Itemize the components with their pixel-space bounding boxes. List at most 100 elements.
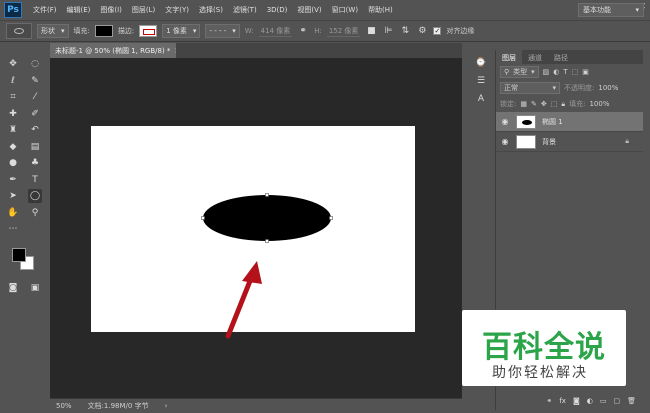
document-info[interactable]: 文档:1.98M/0 字节 — [88, 401, 149, 411]
stamp-tool-icon[interactable]: ♜ — [6, 123, 20, 137]
layer-row-background[interactable]: ◉ 背景 🔒︎ — [496, 132, 643, 152]
filter-adjustment-icon[interactable]: ◐ — [553, 68, 559, 76]
workspace-select[interactable]: 基本功能 ▾ — [578, 3, 644, 17]
blur-tool-icon[interactable]: ● — [6, 156, 20, 170]
canvas-area[interactable] — [50, 58, 462, 398]
lock-paint-icon[interactable]: ✎ — [531, 100, 537, 108]
properties-panel-icon[interactable]: ☰ — [474, 74, 488, 88]
move-tool-icon[interactable]: ✥ — [6, 57, 20, 71]
healing-brush-icon[interactable]: ✚ — [6, 107, 20, 121]
chevron-right-icon[interactable]: › — [165, 402, 168, 410]
tab-channels[interactable]: 通道 — [522, 50, 548, 64]
foreground-color[interactable] — [12, 247, 26, 262]
menu-edit[interactable]: 编辑(E) — [62, 5, 96, 15]
new-layer-icon[interactable]: ▢ — [613, 397, 620, 405]
chevron-down-icon: ▾ — [531, 68, 535, 76]
screen-mode-icon[interactable]: ▣ — [28, 281, 42, 295]
height-field[interactable]: 152 像素 — [326, 26, 361, 37]
menu-help[interactable]: 帮助(H) — [363, 5, 398, 15]
crop-tool-icon[interactable]: ⌗ — [6, 90, 20, 104]
menu-select[interactable]: 选择(S) — [194, 5, 228, 15]
close-tab-icon[interactable]: ✕ — [174, 47, 176, 55]
menu-type[interactable]: 文字(Y) — [160, 5, 194, 15]
quick-select-tool-icon[interactable]: ✎ — [28, 74, 42, 88]
anchor-point[interactable] — [265, 193, 269, 197]
align-edges-checkbox[interactable]: ✓ — [433, 27, 442, 35]
lock-all-icon[interactable]: 🔒︎ — [561, 100, 565, 109]
fill-swatch[interactable] — [94, 25, 113, 37]
adjustment-layer-icon[interactable]: ◐ — [587, 397, 593, 405]
filter-smart-icon[interactable]: ▣ — [582, 68, 589, 76]
eyedropper-tool-icon[interactable]: ⁄ — [28, 90, 42, 104]
layer-style-icon[interactable]: fx — [559, 397, 566, 405]
type-tool-icon[interactable]: T — [28, 173, 42, 187]
history-brush-icon[interactable]: ↶ — [28, 123, 42, 137]
collapsed-panels: ⌚ ☰ A — [470, 52, 492, 132]
path-alignment-icon[interactable]: ⊫ — [382, 25, 394, 37]
watermark: 百科全说 助你轻松解决 — [462, 310, 626, 386]
lock-artboard-icon[interactable]: ⬚ — [551, 100, 558, 108]
watermark-subtitle: 助你轻松解决 — [492, 365, 588, 381]
hand-tool-icon[interactable]: ✋ — [6, 206, 20, 220]
delete-layer-icon[interactable]: 🗑︎ — [627, 397, 636, 405]
blend-mode-select[interactable]: 正常 ▾ — [500, 82, 560, 94]
eraser-tool-icon[interactable]: ◆ — [6, 140, 20, 154]
character-panel-icon[interactable]: A — [474, 92, 488, 106]
lock-move-icon[interactable]: ✥ — [541, 100, 547, 108]
link-icon[interactable]: ⚭ — [297, 25, 309, 37]
opacity-value[interactable]: 100% — [598, 84, 618, 92]
fill-value[interactable]: 100% — [589, 100, 609, 108]
anchor-point[interactable] — [265, 239, 269, 243]
add-mask-icon[interactable]: ◙ — [573, 397, 580, 405]
path-select-tool-icon[interactable]: ➤ — [6, 189, 20, 203]
tool-mode-select[interactable]: 形状 ▾ — [37, 24, 69, 38]
tool-preset-picker[interactable] — [6, 23, 32, 39]
layer-filter-select[interactable]: ⚲ 类型 ▾ — [500, 66, 539, 78]
gradient-tool-icon[interactable]: ▤ — [28, 140, 42, 154]
lock-label: 锁定: — [500, 100, 517, 108]
menu-image[interactable]: 图像(I) — [95, 5, 127, 15]
quick-mask-icon[interactable]: ◙ — [6, 281, 20, 295]
eye-icon[interactable]: ◉ — [500, 117, 510, 126]
more-tools-icon[interactable]: ⋯ — [6, 222, 20, 236]
opacity-label: 不透明度: — [564, 84, 595, 92]
document-tab[interactable]: 未标题-1 @ 50% (椭圆 1, RGB/8) * ✕ — [50, 43, 176, 58]
width-field[interactable]: 414 像素 — [258, 26, 293, 37]
menu-filter[interactable]: 滤镜(T) — [228, 5, 262, 15]
dodge-tool-icon[interactable]: ♣ — [28, 156, 42, 170]
pen-tool-icon[interactable]: ✒ — [6, 173, 20, 187]
menu-view[interactable]: 视图(V) — [292, 5, 326, 15]
eye-icon[interactable]: ◉ — [500, 137, 510, 146]
ellipse-tool-icon[interactable]: ◯ — [28, 189, 42, 204]
stroke-type-select[interactable]: - - - - ▾ — [205, 24, 240, 38]
filter-pixel-icon[interactable]: ▨ — [543, 68, 550, 76]
zoom-level[interactable]: 50% — [56, 402, 72, 410]
path-operations-icon[interactable]: ■ — [365, 25, 377, 37]
path-arrangement-icon[interactable]: ⇅ — [399, 25, 411, 37]
menu-3d[interactable]: 3D(D) — [262, 6, 293, 14]
tab-layers[interactable]: 图层 — [496, 50, 522, 64]
layers-footer: ⚭ fx ◙ ◐ ▭ ▢ 🗑︎ — [496, 394, 644, 408]
link-layers-icon[interactable]: ⚭ — [546, 397, 552, 405]
lock-pixels-icon[interactable]: ▦ — [520, 100, 527, 108]
stroke-swatch[interactable] — [139, 25, 158, 37]
history-panel-icon[interactable]: ⌚ — [474, 56, 488, 70]
lasso-tool-icon[interactable]: ℓ — [6, 74, 20, 88]
new-group-icon[interactable]: ▭ — [600, 397, 607, 405]
menu-file[interactable]: 文件(F) — [28, 5, 62, 15]
filter-shape-icon[interactable]: ⬚ — [572, 68, 579, 76]
layer-row-ellipse[interactable]: ◉ 椭圆 1 — [496, 112, 643, 132]
ellipse-shape[interactable] — [203, 195, 331, 241]
brush-tool-icon[interactable]: ✐ — [28, 107, 42, 121]
menu-layer[interactable]: 图层(L) — [127, 5, 160, 15]
menu-window[interactable]: 窗口(W) — [327, 5, 363, 15]
anchor-point[interactable] — [329, 216, 333, 220]
menu-bar: Ps 文件(F) 编辑(E) 图像(I) 图层(L) 文字(Y) 选择(S) 滤… — [0, 0, 650, 20]
anchor-point[interactable] — [201, 216, 205, 220]
filter-type-icon[interactable]: T — [563, 68, 567, 76]
marquee-tool-icon[interactable]: ◌ — [28, 57, 42, 71]
stroke-width-select[interactable]: 1 像素 ▾ — [162, 24, 201, 38]
gear-icon[interactable]: ⚙ — [416, 25, 428, 37]
tab-paths[interactable]: 路径 — [548, 50, 574, 64]
zoom-tool-icon[interactable]: ⚲ — [28, 206, 42, 220]
